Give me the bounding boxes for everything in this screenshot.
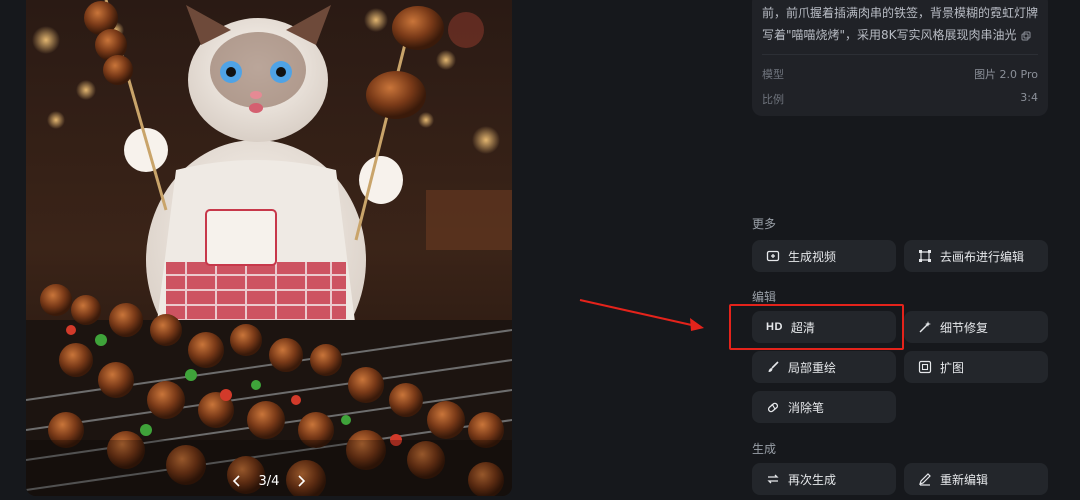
chevron-right-icon xyxy=(298,475,306,487)
repeat-icon xyxy=(766,472,780,486)
copy-icon[interactable] xyxy=(1021,31,1031,41)
ratio-row: 比例 3:4 xyxy=(762,91,1038,107)
divider xyxy=(762,54,1038,55)
button-label: 消除笔 xyxy=(788,400,825,415)
expand-button[interactable]: 扩图 xyxy=(904,351,1048,383)
prompt-text: 前，前爪握着插满肉串的铁签，背景模糊的霓虹灯牌 写着"喵喵烧烤"，采用8K写实风… xyxy=(762,2,1040,46)
section-generate: 生成 xyxy=(752,442,777,456)
magic-wand-icon xyxy=(918,320,932,334)
button-label: 再次生成 xyxy=(788,472,837,487)
annotation-highlight-box xyxy=(729,304,904,350)
detail-fix-button[interactable]: 细节修复 xyxy=(904,311,1048,343)
generated-image xyxy=(26,0,512,496)
section-more: 更多 xyxy=(752,217,777,231)
ratio-label: 比例 xyxy=(762,93,784,106)
ratio-value: 3:4 xyxy=(1020,91,1038,104)
regenerate-button[interactable]: 再次生成 xyxy=(752,463,896,495)
video-add-icon xyxy=(766,249,780,263)
button-label: 细节修复 xyxy=(940,320,989,335)
model-row: 模型 图片 2.0 Pro xyxy=(762,66,1038,82)
inpaint-button[interactable]: 局部重绘 xyxy=(752,351,896,383)
re-edit-button[interactable]: 重新编辑 xyxy=(904,463,1048,495)
annotation-arrow-icon xyxy=(579,299,704,331)
brush-icon xyxy=(766,360,780,374)
expand-icon xyxy=(918,360,932,374)
button-label: 局部重绘 xyxy=(788,360,837,375)
page-indicator: 3/4 xyxy=(258,473,280,489)
chevron-left-icon xyxy=(232,475,240,487)
prompt-line: 写着"喵喵烧烤"，采用8K写实风格展现肉串油光 xyxy=(762,24,1040,46)
image-viewer[interactable]: 3/4 xyxy=(26,0,512,496)
prompt-line: 前，前爪握着插满肉串的铁签，背景模糊的霓虹灯牌 xyxy=(762,6,1039,20)
button-label: 生成视频 xyxy=(788,249,837,264)
eraser-button[interactable]: 消除笔 xyxy=(752,391,896,423)
image-pager: 3/4 xyxy=(26,470,512,492)
generate-video-button[interactable]: 生成视频 xyxy=(752,240,896,272)
model-label: 模型 xyxy=(762,68,784,81)
button-label: 重新编辑 xyxy=(940,472,989,487)
canvas-edit-button[interactable]: 去画布进行编辑 xyxy=(904,240,1048,272)
model-value: 图片 2.0 Pro xyxy=(974,68,1038,81)
prompt-info-card: 前，前爪握着插满肉串的铁签，背景模糊的霓虹灯牌 写着"喵喵烧烤"，采用8K写实风… xyxy=(752,0,1048,116)
button-label: 去画布进行编辑 xyxy=(940,249,1025,264)
pencil-icon xyxy=(918,472,932,486)
canvas-icon xyxy=(918,249,932,263)
section-edit: 编辑 xyxy=(752,290,777,304)
next-image-button[interactable] xyxy=(291,471,311,491)
eraser-icon xyxy=(766,400,780,414)
button-label: 扩图 xyxy=(940,360,965,375)
prev-image-button[interactable] xyxy=(227,471,247,491)
